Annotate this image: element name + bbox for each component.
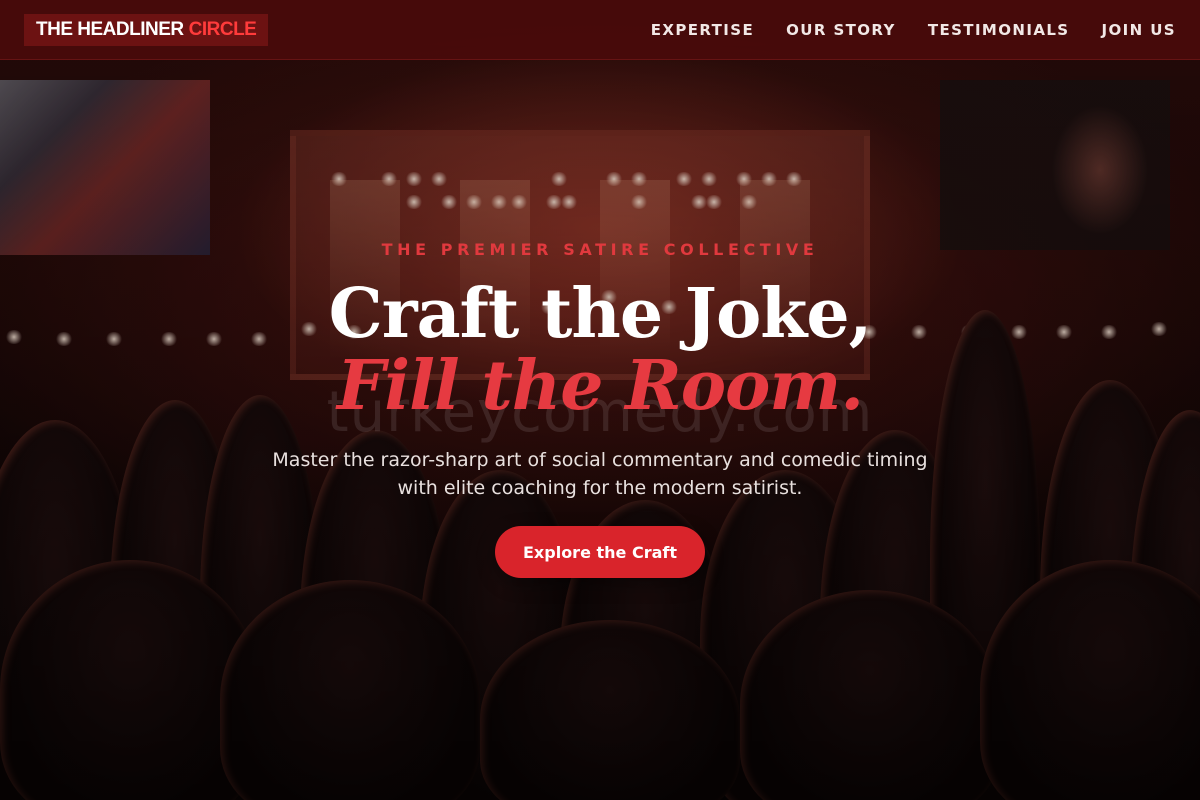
hero-eyebrow: THE PREMIER SATIRE COLLECTIVE bbox=[381, 240, 819, 259]
hero-subtext: Master the razor-sharp art of social com… bbox=[272, 449, 928, 499]
explore-craft-button[interactable]: Explore the Craft bbox=[495, 526, 705, 578]
hero-headline-line1: Craft the Joke, bbox=[328, 274, 873, 354]
hero-section: THE PREMIER SATIRE COLLECTIVE Craft the … bbox=[0, 0, 1200, 800]
hero-headline-line2: Fill the Room. bbox=[336, 346, 864, 426]
